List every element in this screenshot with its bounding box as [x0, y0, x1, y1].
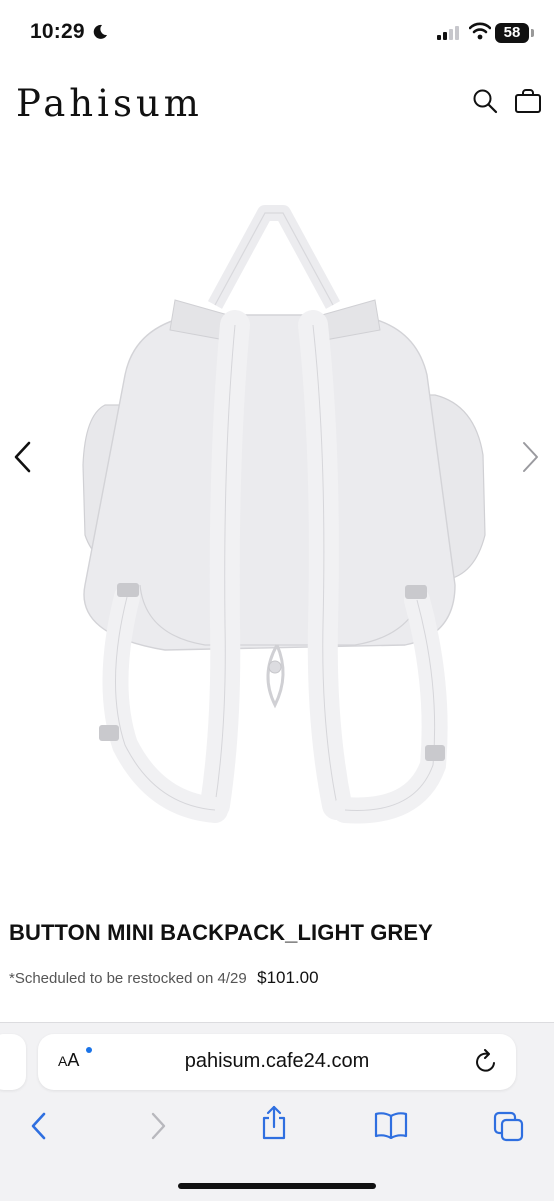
status-bar: 10:29 58 [0, 0, 554, 62]
bookmarks-icon[interactable] [374, 1111, 408, 1144]
product-price: $101.00 [257, 968, 319, 987]
home-indicator [178, 1183, 376, 1189]
url-text[interactable]: pahisum.cafe24.com [38, 1050, 516, 1073]
address-bar[interactable]: AA pahisum.cafe24.com [38, 1034, 516, 1090]
previous-tab-preview[interactable] [0, 1034, 26, 1090]
moon-icon [92, 24, 108, 45]
search-icon[interactable] [472, 88, 498, 119]
tabs-icon[interactable] [493, 1111, 525, 1148]
back-icon[interactable] [28, 1111, 50, 1146]
forward-icon [147, 1111, 169, 1146]
browser-toolbar [0, 1105, 554, 1149]
battery-cap [531, 29, 534, 37]
restock-note: *Scheduled to be restocked on 4/29 [9, 970, 247, 987]
shopping-bag-icon[interactable] [514, 88, 542, 119]
price-row: *Scheduled to be restocked on 4/29 $101.… [9, 968, 319, 988]
chevron-left-icon[interactable] [10, 440, 34, 479]
signal-icon [437, 26, 461, 45]
product-gallery [0, 165, 554, 885]
wifi-icon [468, 22, 492, 45]
reload-icon[interactable] [474, 1049, 498, 1080]
product-image [55, 205, 499, 830]
site-logo[interactable]: Pahisum [16, 82, 203, 125]
product-name: BUTTON MINI BACKPACK_LIGHT GREY [9, 920, 433, 945]
browser-bar: AA pahisum.cafe24.com [0, 1022, 554, 1201]
site-header: Pahisum [0, 62, 554, 152]
battery-icon: 58 [495, 23, 529, 43]
share-icon[interactable] [260, 1105, 288, 1146]
chevron-right-icon[interactable] [519, 440, 543, 479]
status-time: 10:29 [30, 20, 85, 43]
